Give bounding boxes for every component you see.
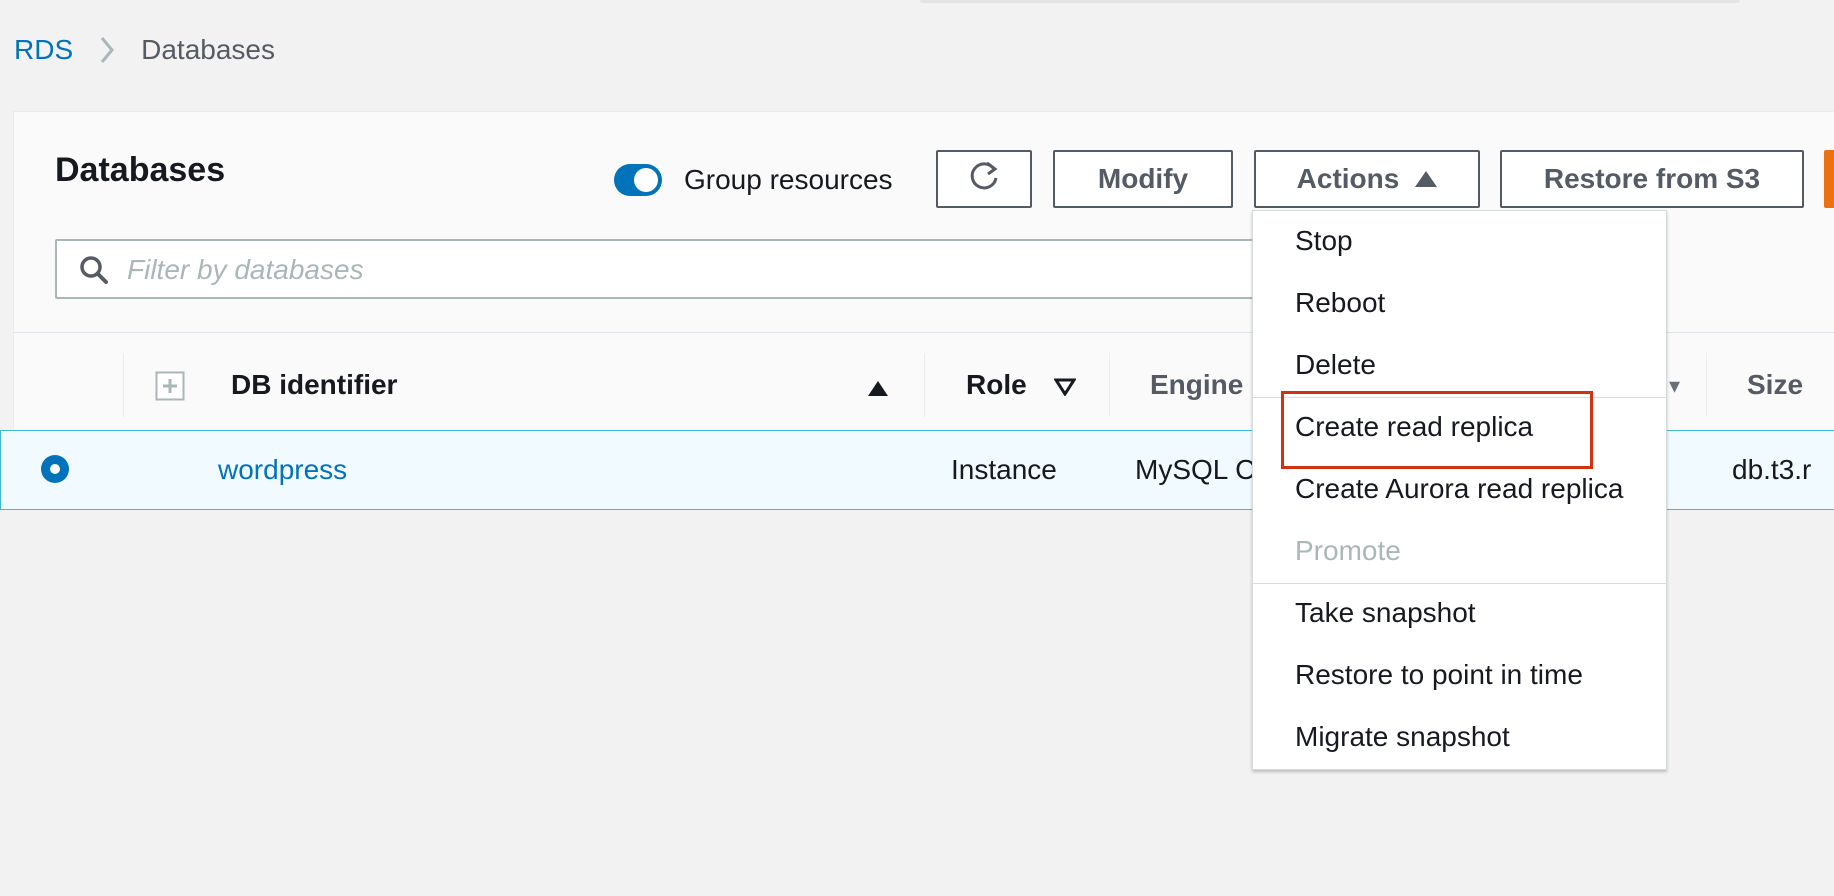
menu-item-reboot[interactable]: Reboot xyxy=(1295,283,1385,323)
refresh-button[interactable] xyxy=(936,150,1032,208)
toggle-knob xyxy=(634,168,658,192)
highlight-box xyxy=(1281,391,1593,469)
menu-divider xyxy=(1253,583,1666,584)
search-input[interactable] xyxy=(125,249,1329,291)
menu-item-migrate-snapshot[interactable]: Migrate snapshot xyxy=(1295,717,1510,757)
menu-item-delete[interactable]: Delete xyxy=(1295,345,1376,385)
engine-cell: MySQL C xyxy=(1135,454,1256,485)
column-header-db-identifier[interactable]: DB identifier xyxy=(231,366,397,404)
caret-up-icon xyxy=(1415,171,1438,187)
breadcrumb: RDS Databases xyxy=(14,30,275,70)
actions-dropdown-menu: Stop Reboot Delete Create read replica C… xyxy=(1252,210,1667,770)
db-identifier-link[interactable]: wordpress xyxy=(218,451,347,489)
column-divider xyxy=(924,353,925,417)
page-title: Databases xyxy=(55,151,226,189)
menu-item-promote: Promote xyxy=(1295,535,1401,566)
role-cell: Instance xyxy=(951,454,1057,485)
sort-indicator-icon[interactable]: ▾ xyxy=(1669,373,1680,399)
sort-descending-icon[interactable] xyxy=(1053,378,1077,401)
column-header-size[interactable]: Size xyxy=(1747,366,1803,404)
menu-item-restore-to-point-in-time[interactable]: Restore to point in time xyxy=(1295,655,1583,695)
menu-item-take-snapshot[interactable]: Take snapshot xyxy=(1295,593,1476,633)
actions-button[interactable]: Actions xyxy=(1254,150,1480,208)
row-select-radio[interactable] xyxy=(41,455,69,483)
chevron-right-icon xyxy=(99,35,115,65)
create-database-button[interactable] xyxy=(1824,150,1834,208)
breadcrumb-rds-link[interactable]: RDS xyxy=(14,34,73,66)
group-resources-toggle[interactable] xyxy=(614,164,662,196)
menu-item-create-aurora-read-replica[interactable]: Create Aurora read replica xyxy=(1295,469,1623,509)
group-resources-label: Group resources xyxy=(684,164,893,195)
top-shadow xyxy=(920,0,1740,3)
actions-label: Actions xyxy=(1296,163,1400,194)
refresh-icon xyxy=(967,159,1001,200)
radio-dot xyxy=(50,464,60,474)
column-header-role[interactable]: Role xyxy=(966,366,1027,404)
search-box xyxy=(55,239,1455,299)
column-divider xyxy=(1109,353,1110,417)
menu-item-stop[interactable]: Stop xyxy=(1295,221,1353,261)
restore-from-s3-button[interactable]: Restore from S3 xyxy=(1500,150,1804,208)
column-header-engine[interactable]: Engine xyxy=(1150,366,1243,404)
column-divider xyxy=(123,353,124,417)
column-divider xyxy=(1706,353,1707,417)
modify-button[interactable]: Modify xyxy=(1053,150,1233,208)
size-cell: db.t3.r xyxy=(1732,454,1812,485)
expand-all-icon[interactable] xyxy=(155,371,185,406)
sort-ascending-icon[interactable] xyxy=(868,381,888,396)
search-icon xyxy=(79,255,109,290)
breadcrumb-current: Databases xyxy=(141,34,275,65)
